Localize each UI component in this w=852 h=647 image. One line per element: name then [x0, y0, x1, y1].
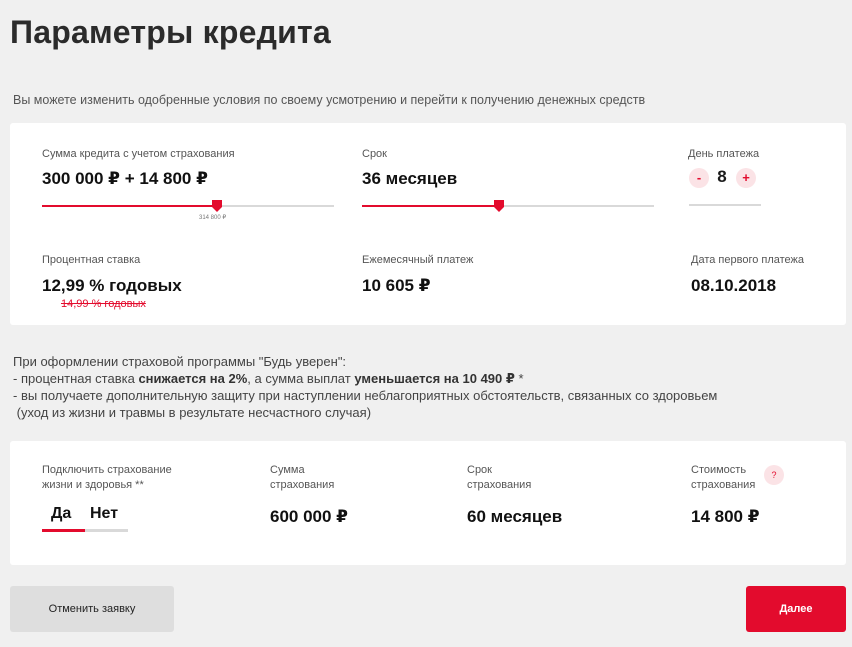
term-value: 36 месяцев [362, 169, 458, 188]
insurance-cost-label-line: Стоимость [691, 464, 747, 476]
amount-slider-track[interactable] [42, 200, 334, 212]
insurance-cost-value: 14 800 ₽ [691, 507, 760, 526]
term-label: Срок [362, 148, 387, 160]
amount-value: 300 000 ₽ + 14 800 ₽ [42, 169, 208, 188]
amount-slider[interactable]: 314 800 ₽ [42, 200, 334, 221]
next-button[interactable]: Далее [746, 586, 846, 632]
payment-day-value: 8 [717, 167, 727, 186]
page-title: Параметры кредита [10, 14, 331, 50]
payment-day-underline [689, 204, 761, 206]
promo-line-1: При оформлении страховой программы "Будь… [13, 354, 347, 369]
promo-line-3: - вы получаете дополнительную защиту при… [13, 388, 718, 403]
rate-label: Процентная ставка [42, 254, 141, 266]
insurance-connect-label: Подключить страхование жизни и здоровья … [42, 463, 172, 493]
insurance-promo-text: При оформлении страховой программы "Будь… [13, 353, 717, 421]
loan-params-card: Сумма кредита с учетом страхования 300 0… [10, 123, 846, 325]
insurance-toggle: Да Нет [42, 505, 128, 535]
insurance-sum-label: Сумма страхования [270, 463, 334, 493]
rate-value: 12,99 % годовых [42, 276, 182, 295]
help-icon[interactable]: ? [764, 465, 784, 485]
decrement-button[interactable]: - [689, 168, 709, 188]
page-subtitle: Вы можете изменить одобренные условия по… [13, 93, 646, 107]
insurance-term-label-line: Срок [467, 464, 492, 476]
monthly-payment-value: 10 605 ₽ [362, 276, 431, 295]
term-slider-fill [362, 205, 499, 207]
insurance-yes-option[interactable]: Да [51, 505, 71, 523]
insurance-term-label-line: страхования [467, 479, 532, 491]
insurance-cost-label-line: страхования [691, 479, 756, 491]
amount-slider-fill [42, 205, 217, 207]
term-slider-track[interactable] [362, 200, 654, 212]
term-slider[interactable] [362, 200, 654, 212]
promo-payment-reduction: уменьшается на 10 490 ₽ [354, 371, 515, 386]
insurance-sum-label-line: Сумма [270, 464, 305, 476]
insurance-card: Подключить страхование жизни и здоровья … [10, 441, 846, 565]
payment-day-stepper: - 8 + [689, 167, 761, 208]
insurance-no-option[interactable]: Нет [90, 505, 118, 523]
amount-label: Сумма кредита с учетом страхования [42, 148, 235, 160]
amount-tick-label: 314 800 ₽ [199, 215, 227, 221]
old-rate-value: 14,99 % годовых [61, 298, 146, 310]
term-slider-thumb[interactable] [493, 199, 505, 213]
promo-text: , а сумма выплат [247, 371, 355, 386]
first-payment-label: Дата первого платежа [691, 254, 805, 266]
cancel-application-button[interactable]: Отменить заявку [10, 586, 174, 632]
insurance-term-value: 60 месяцев [467, 507, 563, 526]
promo-footnote-mark: * [514, 371, 524, 386]
promo-line-4: (уход из жизни и травмы в результате нес… [13, 405, 372, 420]
insurance-sum-value: 600 000 ₽ [270, 507, 349, 526]
monthly-payment-label: Ежемесячный платеж [362, 254, 474, 266]
insurance-toggle-track [42, 529, 128, 532]
insurance-toggle-indicator [42, 529, 85, 532]
insurance-cost-label: Стоимость страхования [691, 463, 755, 493]
increment-button[interactable]: + [736, 168, 756, 188]
promo-text: - процентная ставка [13, 371, 139, 386]
amount-slider-thumb[interactable] [211, 199, 223, 213]
first-payment-value: 08.10.2018 [691, 276, 777, 295]
promo-rate-reduction: снижается на 2% [138, 371, 248, 386]
insurance-connect-label-line: Подключить страхование [42, 464, 172, 476]
payment-day-label: День платежа [688, 148, 760, 160]
insurance-sum-label-line: страхования [270, 479, 335, 491]
promo-line-2: - процентная ставка снижается на 2%, а с… [13, 370, 717, 387]
insurance-term-label: Срок страхования [467, 463, 531, 493]
insurance-connect-label-line: жизни и здоровья ** [42, 479, 144, 491]
